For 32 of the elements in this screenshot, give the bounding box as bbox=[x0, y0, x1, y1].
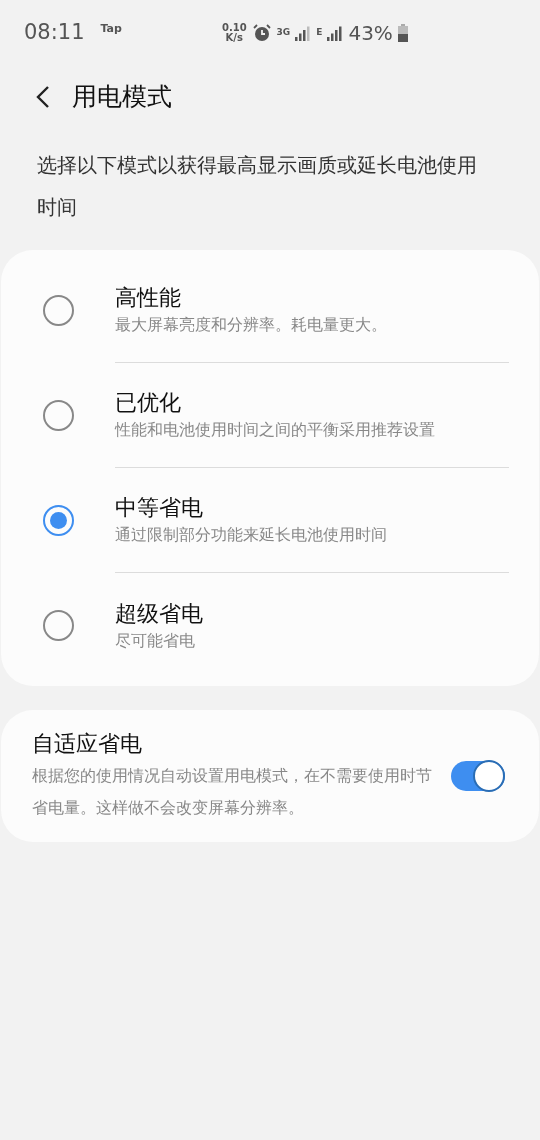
page-description: 选择以下模式以获得最高显示画质或延长电池使用时间 bbox=[36, 152, 478, 221]
toggle-switch[interactable] bbox=[451, 761, 505, 791]
page-title: 用电模式 bbox=[72, 81, 172, 114]
signal-icon bbox=[295, 25, 312, 41]
mode-subtitle: 最大屏幕亮度和分辨率。耗电量更大。 bbox=[115, 314, 388, 336]
mode-subtitle: 性能和电池使用时间之间的平衡采用推荐设置 bbox=[115, 419, 436, 441]
mode-option[interactable]: 超级省电 尽可能省电 bbox=[1, 573, 539, 678]
mode-option[interactable]: 已优化 性能和电池使用时间之间的平衡采用推荐设置 bbox=[1, 363, 539, 468]
battery-percent: 43% bbox=[348, 20, 393, 47]
mode-option[interactable]: 中等省电 通过限制部分功能来延长电池使用时间 bbox=[1, 468, 539, 573]
battery-icon bbox=[397, 24, 408, 42]
mode-title: 已优化 bbox=[115, 389, 182, 417]
radio-button[interactable] bbox=[42, 610, 74, 641]
mode-subtitle: 通过限制部分功能来延长电池使用时间 bbox=[115, 524, 388, 546]
app-label: Tap bbox=[100, 20, 122, 37]
mode-option[interactable]: 高性能 最大屏幕亮度和分辨率。耗电量更大。 bbox=[1, 258, 539, 363]
radio-button[interactable] bbox=[42, 295, 74, 326]
network-speed: 0.10 K/s bbox=[221, 23, 247, 43]
alarm-icon bbox=[251, 24, 272, 42]
radio-button[interactable] bbox=[42, 505, 74, 536]
mode-subtitle: 尽可能省电 bbox=[115, 629, 196, 652]
back-icon[interactable] bbox=[36, 85, 50, 109]
radio-button[interactable] bbox=[42, 400, 74, 431]
network-type-label: E bbox=[316, 26, 323, 40]
adaptive-subtitle: 根据您的使用情况自动设置用电模式，在不需要使用时节省电量。这样做不会改变屏幕分辨率。 bbox=[32, 765, 433, 819]
signal-icon bbox=[327, 25, 344, 41]
adaptive-title: 自适应省电 bbox=[32, 730, 143, 758]
network-type-label: 3G bbox=[276, 26, 291, 40]
mode-title: 高性能 bbox=[115, 284, 182, 312]
mode-title: 中等省电 bbox=[115, 494, 204, 522]
mode-title: 超级省电 bbox=[115, 599, 204, 628]
status-time: 08:11 bbox=[24, 19, 85, 47]
